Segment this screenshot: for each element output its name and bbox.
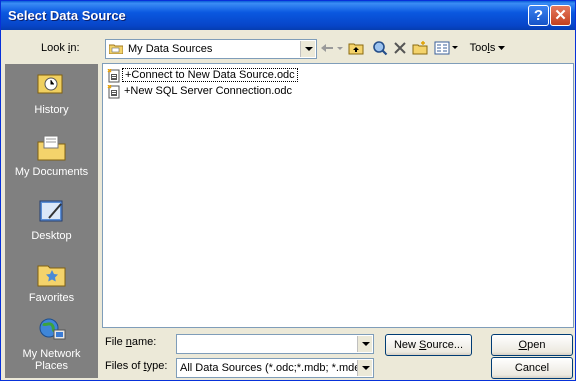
delete-icon: [394, 42, 406, 54]
back-button[interactable]: [319, 38, 345, 58]
look-in-dropdown-arrow[interactable]: [300, 41, 315, 57]
title-bar: Select Data Source ? ✕: [1, 1, 575, 30]
search-web-button[interactable]: [371, 38, 389, 58]
search-web-icon: [373, 41, 388, 56]
files-of-type-select[interactable]: All Data Sources (*.odc;*.mdb; *.mde;: [176, 358, 374, 378]
network-places-icon: [39, 318, 66, 340]
dialog-title: Select Data Source: [8, 8, 126, 23]
close-icon: ✕: [554, 7, 567, 24]
file-name-label: File name:: [105, 336, 157, 348]
look-in-combo[interactable]: My Data Sources: [105, 39, 317, 59]
chevron-down-icon: [498, 46, 506, 50]
help-button[interactable]: ?: [528, 5, 549, 26]
file-list[interactable]: +Connect to New Data Source.odc +New SQL…: [102, 63, 574, 328]
new-folder-button[interactable]: [411, 38, 429, 58]
file-name-dropdown-arrow[interactable]: [357, 336, 372, 352]
files-of-type-dropdown-arrow[interactable]: [357, 360, 372, 376]
question-icon: ?: [533, 7, 544, 24]
up-folder-icon: [348, 43, 364, 55]
odc-file-icon: [107, 69, 120, 83]
up-one-level-button[interactable]: [347, 38, 365, 58]
file-name-input[interactable]: [176, 334, 374, 354]
place-favorites[interactable]: Favorites: [5, 252, 98, 312]
place-my-documents[interactable]: My Documents: [5, 126, 98, 186]
tools-menu-button[interactable]: Tools: [463, 38, 513, 58]
folder-icon: [109, 44, 123, 54]
place-desktop[interactable]: Desktop: [5, 190, 98, 250]
file-name: +New SQL Server Connection.odc: [124, 85, 293, 97]
desktop-icon: [39, 200, 63, 222]
odc-file-icon: [107, 85, 120, 99]
place-my-network-places[interactable]: My Network Places: [5, 314, 98, 376]
new-source-button[interactable]: New Source...: [385, 334, 472, 356]
open-button[interactable]: Open: [491, 334, 573, 356]
views-button[interactable]: [433, 38, 461, 58]
favorites-icon: [37, 265, 66, 287]
tools-label: Tools: [469, 42, 496, 54]
history-icon: [37, 74, 63, 94]
cancel-button[interactable]: Cancel: [491, 357, 573, 379]
files-of-type-label: Files of type:: [105, 360, 168, 372]
views-icon: [434, 41, 458, 55]
look-in-label: Look in:: [41, 42, 80, 54]
delete-button[interactable]: [391, 38, 409, 58]
look-in-value: My Data Sources: [128, 43, 213, 55]
places-bar: History My Documents Desktop Favorites M…: [5, 64, 98, 378]
new-folder-icon: [412, 41, 428, 55]
back-arrow-icon: [321, 44, 343, 52]
file-name: +Connect to New Data Source.odc: [122, 68, 298, 82]
my-documents-icon: [37, 135, 66, 161]
close-button[interactable]: ✕: [550, 5, 571, 26]
select-data-source-dialog: Select Data Source ? ✕ Look in: My Data …: [0, 0, 576, 381]
place-history[interactable]: History: [5, 64, 98, 124]
